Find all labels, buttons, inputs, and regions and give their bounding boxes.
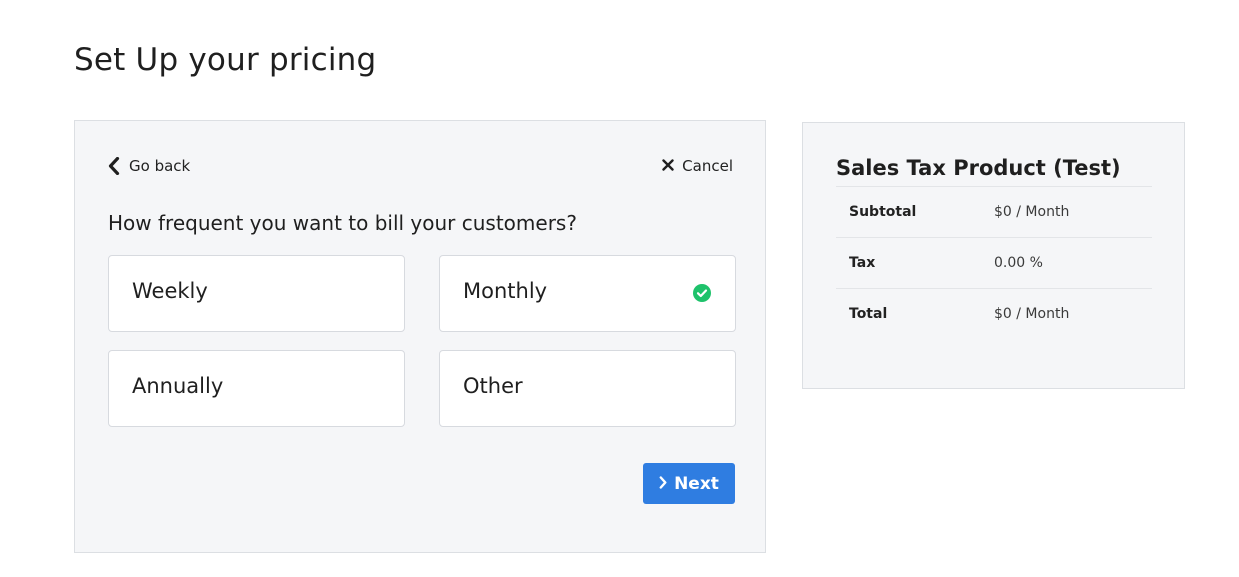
- summary-row-value: 0.00 %: [994, 237, 1152, 289]
- summary-row-label: Subtotal: [836, 186, 994, 238]
- billing-question: How frequent you want to bill your custo…: [108, 211, 577, 235]
- page-title: Set Up your pricing: [74, 42, 377, 78]
- summary-row-value: $0 / Month: [994, 186, 1152, 238]
- summary-table: Subtotal $0 / Month Tax 0.00 % Total $0 …: [836, 186, 1152, 339]
- option-other[interactable]: Other: [439, 350, 736, 427]
- summary-title: Sales Tax Product (Test): [836, 156, 1121, 180]
- close-icon: [662, 157, 674, 175]
- go-back-label: Go back: [129, 157, 191, 175]
- cancel-button[interactable]: Cancel: [662, 157, 733, 175]
- option-label: Annually: [132, 374, 224, 398]
- option-annually[interactable]: Annually: [108, 350, 405, 427]
- next-button[interactable]: Next: [643, 463, 735, 504]
- check-circle-icon: [693, 284, 711, 306]
- chevron-left-icon: [108, 157, 120, 175]
- option-label: Weekly: [132, 279, 208, 303]
- billing-frequency-card: Go back Cancel How frequent you want to …: [74, 120, 766, 553]
- go-back-button[interactable]: Go back: [108, 157, 190, 175]
- table-row: Total $0 / Month: [836, 288, 1152, 339]
- order-summary-panel: Sales Tax Product (Test) Subtotal $0 / M…: [802, 122, 1185, 389]
- cancel-label: Cancel: [682, 157, 733, 175]
- option-weekly[interactable]: Weekly: [108, 255, 405, 332]
- summary-row-label: Total: [836, 288, 994, 339]
- option-monthly[interactable]: Monthly: [439, 255, 736, 332]
- table-row: Tax 0.00 %: [836, 237, 1152, 289]
- chevron-right-icon: [659, 474, 667, 494]
- table-row: Subtotal $0 / Month: [836, 186, 1152, 238]
- option-label: Monthly: [463, 279, 548, 303]
- summary-row-value: $0 / Month: [994, 288, 1152, 339]
- option-label: Other: [463, 374, 523, 398]
- next-label: Next: [674, 473, 719, 494]
- summary-row-label: Tax: [836, 237, 994, 289]
